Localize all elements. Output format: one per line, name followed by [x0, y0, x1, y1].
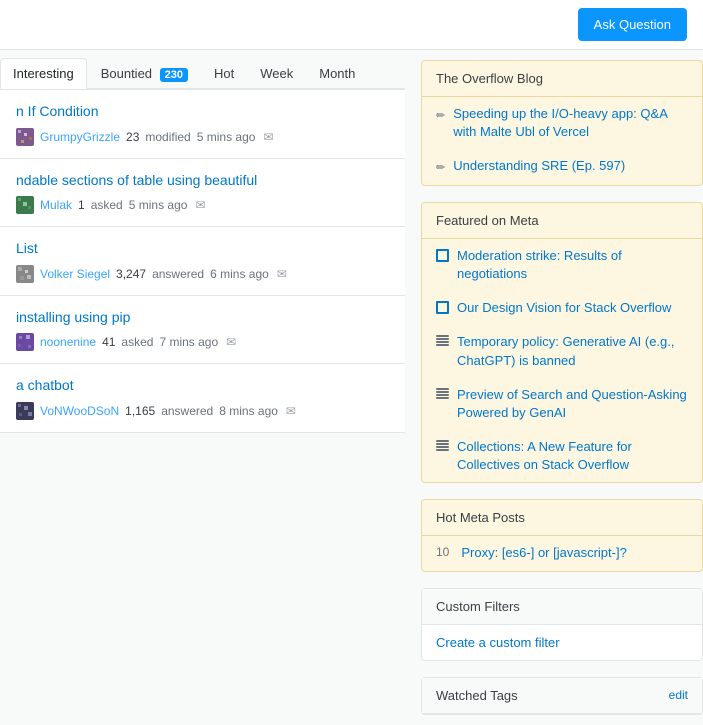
featured-meta-box: Featured on Meta Moderation strike: Resu…	[421, 202, 703, 484]
question-title[interactable]: a chatbot	[16, 376, 389, 396]
time: 6 mins ago	[210, 267, 269, 281]
time: 5 mins ago	[197, 130, 256, 144]
blog-link-1[interactable]: Speeding up the I/O-heavy app: Q&A with …	[453, 105, 688, 141]
mail-icon: ✉	[277, 267, 287, 281]
user-avatar	[16, 333, 34, 351]
tab-month[interactable]: Month	[307, 59, 367, 88]
tab-hot[interactable]: Hot	[202, 59, 246, 88]
overflow-blog-box: The Overflow Blog Speeding up the I/O-he…	[421, 60, 703, 186]
mail-icon: ✉	[226, 335, 236, 349]
featured-item-3: Temporary policy: Generative AI (e.g., C…	[422, 325, 702, 377]
content-area: Interesting Bountied 230 Hot Week Month	[0, 50, 703, 725]
blog-link-2[interactable]: Understanding SRE (Ep. 597)	[453, 157, 625, 175]
custom-filters-header: Custom Filters	[422, 589, 702, 625]
user-avatar	[16, 402, 34, 420]
main-content: Interesting Bountied 230 Hot Week Month	[0, 50, 405, 725]
hot-meta-item-1: 10 Proxy: [es6-] or [javascript-]?	[422, 536, 702, 570]
hot-meta-number: 10	[436, 544, 449, 561]
featured-item-2: Our Design Vision for Stack Overflow	[422, 291, 702, 325]
tab-week[interactable]: Week	[248, 59, 305, 88]
featured-item-1: Moderation strike: Results of negotiatio…	[422, 239, 702, 291]
ask-question-button[interactable]: Ask Question	[578, 8, 687, 41]
watched-tags-edit-link[interactable]: edit	[669, 688, 688, 702]
watched-tags-box: Watched Tags edit	[421, 677, 703, 715]
featured-link-1[interactable]: Moderation strike: Results of negotiatio…	[457, 247, 688, 283]
action: modified	[145, 130, 190, 144]
question-meta: VoNWooDSoN 1,165 answered 8 mins ago ✉	[16, 402, 389, 420]
hot-meta-box: Hot Meta Posts 10 Proxy: [es6-] or [java…	[421, 499, 703, 571]
tab-bountied[interactable]: Bountied 230	[89, 59, 200, 88]
create-filter-link[interactable]: Create a custom filter	[436, 635, 560, 650]
pencil-icon	[436, 158, 445, 176]
user-rep: 1,165	[125, 404, 155, 418]
question-meta: GrumpyGrizzle 23 modified 5 mins ago ✉	[16, 128, 389, 146]
question-title[interactable]: n If Condition	[16, 102, 389, 122]
user-name: VoNWooDSoN	[40, 404, 119, 418]
page-wrapper: Ask Question Interesting Bountied 230 Ho…	[0, 0, 703, 725]
custom-filters-body: Create a custom filter	[422, 625, 702, 660]
square-icon	[436, 301, 449, 314]
question-item: List Volker Siegel 3,247 answered 6 mins	[0, 227, 405, 296]
featured-meta-header: Featured on Meta	[422, 203, 702, 239]
mail-icon: ✉	[263, 130, 273, 144]
question-title[interactable]: List	[16, 239, 389, 259]
pencil-icon	[436, 106, 445, 124]
user-rep: 1	[78, 198, 85, 212]
time: 5 mins ago	[129, 198, 188, 212]
user-name: noonenine	[40, 335, 96, 349]
square-icon	[436, 249, 449, 262]
mail-icon: ✉	[286, 404, 296, 418]
user-name: GrumpyGrizzle	[40, 130, 120, 144]
custom-filters-box: Custom Filters Create a custom filter	[421, 588, 703, 661]
watched-tags-header: Watched Tags edit	[422, 678, 702, 714]
featured-link-5[interactable]: Collections: A New Feature for Collectiv…	[457, 438, 688, 474]
watched-tags-title: Watched Tags	[436, 688, 518, 703]
question-title[interactable]: ndable sections of table using beautiful	[16, 171, 389, 191]
user-rep: 41	[102, 335, 115, 349]
blog-item-2: Understanding SRE (Ep. 597)	[422, 149, 702, 184]
question-item: a chatbot VoNWooDSoN 1,165 answered 8 mi	[0, 364, 405, 433]
question-list: n If Condition GrumpyGrizzle 23 modified	[0, 89, 405, 433]
featured-link-4[interactable]: Preview of Search and Question-Asking Po…	[457, 386, 688, 422]
user-rep: 23	[126, 130, 139, 144]
mail-icon: ✉	[195, 198, 205, 212]
user-name: Mulak	[40, 198, 72, 212]
user-avatar	[16, 196, 34, 214]
featured-link-3[interactable]: Temporary policy: Generative AI (e.g., C…	[457, 333, 688, 369]
action: answered	[152, 267, 204, 281]
sidebar: The Overflow Blog Speeding up the I/O-he…	[405, 50, 703, 725]
user-name: Volker Siegel	[40, 267, 110, 281]
question-title[interactable]: installing using pip	[16, 308, 389, 328]
blog-item-1: Speeding up the I/O-heavy app: Q&A with …	[422, 97, 702, 149]
action: answered	[161, 404, 213, 418]
question-meta: noonenine 41 asked 7 mins ago ✉	[16, 333, 389, 351]
action: asked	[91, 198, 123, 212]
tabs-bar: Interesting Bountied 230 Hot Week Month	[0, 50, 405, 89]
question-item: installing using pip noonenine 41 asked	[0, 296, 405, 365]
question-meta: Volker Siegel 3,247 answered 6 mins ago …	[16, 265, 389, 283]
user-rep: 3,247	[116, 267, 146, 281]
action: asked	[121, 335, 153, 349]
stack-icon	[436, 335, 449, 348]
tab-interesting[interactable]: Interesting	[0, 58, 87, 89]
user-avatar	[16, 128, 34, 146]
time: 7 mins ago	[159, 335, 218, 349]
overflow-blog-header: The Overflow Blog	[422, 61, 702, 97]
user-avatar	[16, 265, 34, 283]
hot-meta-header: Hot Meta Posts	[422, 500, 702, 536]
bountied-badge: 230	[160, 68, 188, 82]
stack-icon	[436, 388, 449, 401]
featured-item-5: Collections: A New Feature for Collectiv…	[422, 430, 702, 482]
time: 8 mins ago	[219, 404, 278, 418]
featured-link-2[interactable]: Our Design Vision for Stack Overflow	[457, 299, 671, 317]
hot-meta-link-1[interactable]: Proxy: [es6-] or [javascript-]?	[461, 544, 626, 562]
question-item: n If Condition GrumpyGrizzle 23 modified	[0, 90, 405, 159]
question-meta: Mulak 1 asked 5 mins ago ✉	[16, 196, 389, 214]
featured-item-4: Preview of Search and Question-Asking Po…	[422, 378, 702, 430]
question-item: ndable sections of table using beautiful…	[0, 159, 405, 228]
stack-icon	[436, 440, 449, 453]
top-bar: Ask Question	[0, 0, 703, 50]
